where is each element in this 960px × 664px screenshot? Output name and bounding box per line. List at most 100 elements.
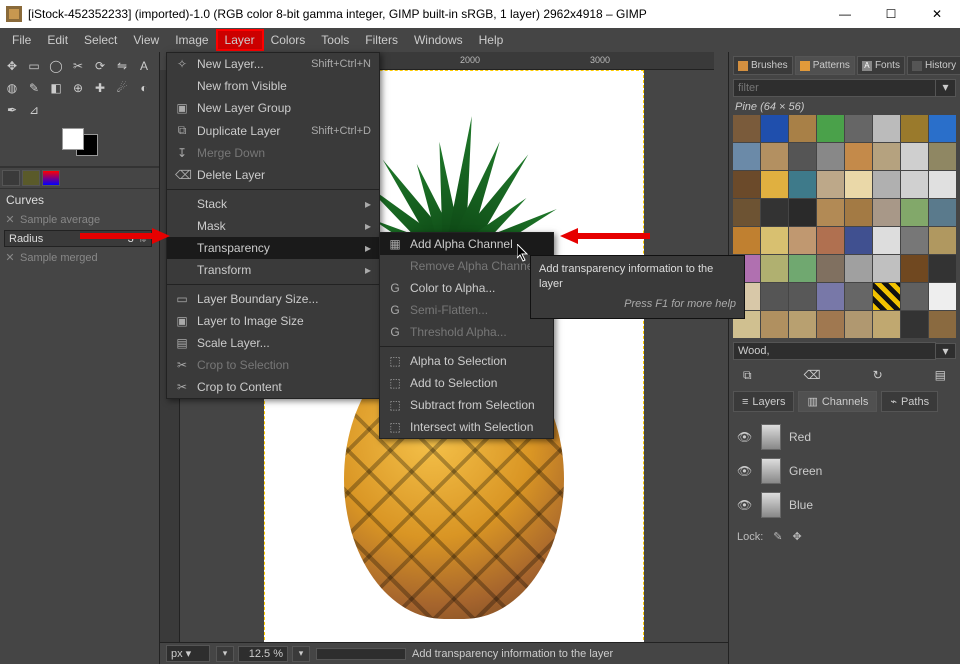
submenu-item-intersect-with-selection[interactable]: ⬚Intersect with Selection [380,416,553,438]
menu-item-transparency[interactable]: Transparency▸ [167,237,379,259]
pattern-chip[interactable] [929,143,956,170]
tool-bucket[interactable]: ◍ [2,78,22,98]
tab-paths[interactable]: ⌁Paths [881,391,938,412]
pattern-chip[interactable] [929,227,956,254]
pattern-filter-input[interactable] [733,79,936,97]
pattern-chip[interactable] [929,115,956,142]
tab-channels[interactable]: ▥Channels [798,391,877,412]
tool-free-select[interactable]: ◯ [46,56,66,76]
pattern-chip[interactable] [761,171,788,198]
delete-pattern-icon[interactable]: ⌫ [804,368,821,383]
tool-smudge[interactable]: ☄ [112,78,132,98]
pattern-chip[interactable] [873,199,900,226]
menu-item-crop-to-content[interactable]: ✂Crop to Content [167,376,379,398]
pattern-chip[interactable] [929,255,956,282]
pattern-chip[interactable] [845,171,872,198]
tool-rotate[interactable]: ⟳ [90,56,110,76]
menu-item-mask[interactable]: Mask▸ [167,215,379,237]
channel-row-blue[interactable]: 👁Blue [733,488,956,522]
duplicate-pattern-icon[interactable]: ⧉ [743,368,752,383]
pattern-chip[interactable] [761,199,788,226]
menu-tools[interactable]: Tools [313,30,357,50]
channel-row-red[interactable]: 👁Red [733,420,956,454]
pattern-chip[interactable] [873,143,900,170]
open-as-image-icon[interactable]: ▤ [935,368,946,383]
pattern-chip[interactable] [901,283,928,310]
pattern-chip[interactable] [733,115,760,142]
tool-options-tab-3[interactable] [42,170,60,186]
dock-tab-history[interactable]: History [907,56,960,75]
tool-measure[interactable]: ⊿ [24,100,44,120]
menu-item-duplicate-layer[interactable]: ⧉Duplicate LayerShift+Ctrl+D [167,119,379,142]
pattern-chip[interactable] [761,143,788,170]
pattern-chip[interactable] [845,255,872,282]
pattern-chip[interactable] [845,311,872,338]
pattern-chip[interactable] [845,227,872,254]
lock-position-icon[interactable]: ✥ [793,530,802,543]
menu-item-layer-boundary-size-[interactable]: ▭Layer Boundary Size... [167,288,379,310]
menu-colors[interactable]: Colors [263,30,314,50]
window-maximize-button[interactable]: ☐ [868,0,914,28]
menu-image[interactable]: Image [167,30,216,50]
pattern-chip[interactable] [901,255,928,282]
pattern-chip[interactable] [873,171,900,198]
pattern-chip[interactable] [733,199,760,226]
submenu-item-subtract-from-selection[interactable]: ⬚Subtract from Selection [380,394,553,416]
pattern-chip[interactable] [901,171,928,198]
zoom-in-button[interactable]: ▾ [292,646,310,662]
submenu-item-add-to-selection[interactable]: ⬚Add to Selection [380,372,553,394]
pattern-chip[interactable] [733,171,760,198]
menu-windows[interactable]: Windows [406,30,471,50]
pattern-chip[interactable] [789,115,816,142]
tool-clone[interactable]: ⊕ [68,78,88,98]
color-swatches[interactable] [62,128,98,156]
menu-item-scale-layer-[interactable]: ▤Scale Layer... [167,332,379,354]
dock-tab-brushes[interactable]: Brushes [733,56,793,75]
menu-help[interactable]: Help [471,30,512,50]
pattern-chip[interactable] [901,227,928,254]
pattern-name-dropdown[interactable]: ▾ [936,343,956,359]
menu-layer[interactable]: Layer [217,30,263,50]
zoom-out-button[interactable]: ▾ [216,646,234,662]
tool-rect-select[interactable]: ▭ [24,56,44,76]
pattern-chip[interactable] [789,283,816,310]
pattern-chip[interactable] [817,171,844,198]
pattern-chip[interactable] [929,283,956,310]
menu-item-new-layer-[interactable]: ✧New Layer...Shift+Ctrl+N [167,53,379,75]
tool-crop[interactable]: ✂ [68,56,88,76]
tool-heal[interactable]: ✚ [90,78,110,98]
zoom-field[interactable]: 12.5 % [238,646,288,662]
pattern-chip[interactable] [901,115,928,142]
tool-options-tab-2[interactable] [22,170,40,186]
tool-path[interactable]: ✒ [2,100,22,120]
pattern-chip[interactable] [873,227,900,254]
tool-options-tab-1[interactable] [2,170,20,186]
window-close-button[interactable]: ✕ [914,0,960,28]
foreground-color[interactable] [62,128,84,150]
tool-flip[interactable]: ⇋ [112,56,132,76]
menu-view[interactable]: View [125,30,167,50]
pattern-name-field[interactable]: Wood, [733,342,936,360]
pattern-chip[interactable] [761,227,788,254]
menu-item-new-from-visible[interactable]: New from Visible [167,75,379,97]
pattern-chip[interactable] [789,143,816,170]
pattern-chip[interactable] [873,255,900,282]
channel-row-green[interactable]: 👁Green [733,454,956,488]
pattern-chip[interactable] [901,311,928,338]
pattern-chip[interactable] [817,227,844,254]
window-minimize-button[interactable]: — [822,0,868,28]
menu-select[interactable]: Select [76,30,125,50]
dock-tab-patterns[interactable]: Patterns [795,56,855,75]
tool-eraser[interactable]: ◧ [46,78,66,98]
pattern-chip[interactable] [901,143,928,170]
menu-item-stack[interactable]: Stack▸ [167,193,379,215]
pattern-chip[interactable] [929,171,956,198]
menu-filters[interactable]: Filters [357,30,406,50]
pattern-chip[interactable] [929,199,956,226]
menu-file[interactable]: File [4,30,39,50]
pattern-chip[interactable] [761,283,788,310]
pattern-chip[interactable] [733,143,760,170]
pattern-chip[interactable] [873,115,900,142]
pattern-chip[interactable] [761,311,788,338]
pattern-chip[interactable] [789,199,816,226]
